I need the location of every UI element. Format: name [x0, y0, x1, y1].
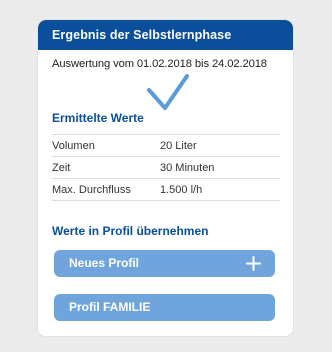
row-label: Volumen — [52, 140, 95, 152]
profile-section-title: Werte in Profil übernehmen — [52, 224, 209, 238]
evaluation-period: Auswertung vom 01.02.2018 bis 24.02.2018 — [52, 58, 267, 70]
result-card: Ergebnis der Selbstlernphase Auswertung … — [38, 20, 293, 336]
plus-icon — [246, 256, 261, 271]
family-profile-label: Profil FAMILIE — [69, 300, 151, 314]
row-label: Max. Durchfluss — [52, 184, 131, 196]
card-header: Ergebnis der Selbstlernphase — [38, 20, 293, 50]
values-section-title: Ermittelte Werte — [52, 111, 144, 125]
family-profile-button[interactable]: Profil FAMILIE — [54, 294, 275, 321]
row-value: 1.500 l/h — [160, 184, 203, 196]
new-profile-button[interactable]: Neues Profil — [54, 250, 275, 277]
row-label: Zeit — [52, 162, 71, 174]
table-row-max-flow: Max. Durchfluss 1.500 l/h — [52, 179, 280, 201]
row-value: 30 Minuten — [160, 162, 215, 174]
table-row-volume: Volumen 20 Liter — [52, 135, 280, 157]
values-table: Volumen 20 Liter Zeit 30 Minuten Max. Du… — [52, 134, 280, 201]
table-row-time: Zeit 30 Minuten — [52, 157, 280, 179]
check-icon — [147, 74, 189, 110]
new-profile-label: Neues Profil — [69, 256, 140, 270]
row-value: 20 Liter — [160, 140, 197, 152]
